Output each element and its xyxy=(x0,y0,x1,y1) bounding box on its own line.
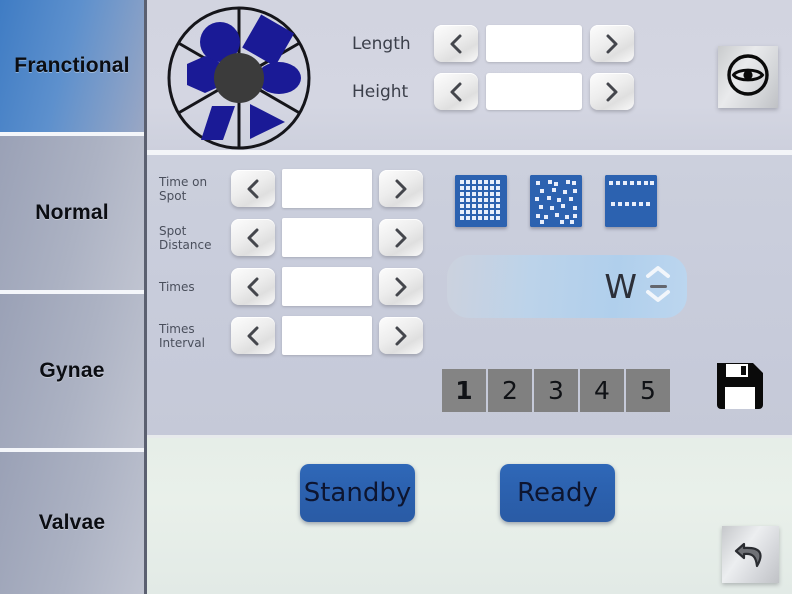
mode-sidebar: Franctional Normal Gynae Valvae xyxy=(0,0,147,594)
time-on-spot-row: Time on Spot xyxy=(159,169,423,208)
sidebar-item-gynae[interactable]: Gynae xyxy=(0,294,144,452)
label-line-1: Times xyxy=(159,321,195,336)
sidebar-item-label: Valvae xyxy=(38,511,106,534)
power-stepper xyxy=(645,265,671,308)
label-line-2: Spot xyxy=(159,188,187,203)
sidebar-item-label: Normal xyxy=(35,201,109,224)
dash-icon xyxy=(649,285,667,288)
time-on-spot-label: Time on Spot xyxy=(159,175,231,203)
label-line-2: Interval xyxy=(159,335,205,350)
label-line-2: Distance xyxy=(159,237,212,252)
eye-icon xyxy=(725,52,771,103)
times-interval-increment-button[interactable] xyxy=(379,317,423,354)
times-row: Times xyxy=(159,267,423,306)
standby-button[interactable]: Standby xyxy=(300,464,415,522)
length-decrement-button[interactable] xyxy=(434,25,478,62)
spot-distance-increment-button[interactable] xyxy=(379,219,423,256)
preview-button[interactable] xyxy=(718,46,778,108)
length-label: Length xyxy=(352,33,411,54)
preset-button-1[interactable]: 1 xyxy=(442,369,486,412)
length-field-row: Length xyxy=(352,25,634,62)
spot-distance-decrement-button[interactable] xyxy=(231,219,275,256)
power-unit-label: W xyxy=(604,267,637,306)
height-input[interactable] xyxy=(486,73,582,110)
length-increment-button[interactable] xyxy=(590,25,634,62)
save-button[interactable] xyxy=(712,360,768,416)
preset-button-4[interactable]: 4 xyxy=(580,369,624,412)
preset-button-5[interactable]: 5 xyxy=(626,369,670,412)
times-interval-input[interactable] xyxy=(282,316,372,355)
height-field-row: Height xyxy=(352,73,634,110)
sidebar-item-valvae[interactable]: Valvae xyxy=(0,452,144,594)
preset-button-3[interactable]: 3 xyxy=(534,369,578,412)
time-on-spot-input[interactable] xyxy=(282,169,372,208)
height-decrement-button[interactable] xyxy=(434,73,478,110)
preset-selector: 1 2 3 4 5 xyxy=(442,369,670,412)
power-display[interactable]: W xyxy=(447,255,687,318)
spot-distance-row: Spot Distance xyxy=(159,218,423,257)
device-control-screen: Franctional Normal Gynae Valvae Length H… xyxy=(0,0,792,594)
height-label: Height xyxy=(352,81,409,102)
spot-distance-label: Spot Distance xyxy=(159,224,231,252)
chevron-down-icon[interactable] xyxy=(645,289,671,308)
dense-grid-pattern-icon[interactable] xyxy=(455,175,507,227)
times-label: Times xyxy=(159,280,231,294)
times-increment-button[interactable] xyxy=(379,268,423,305)
pattern-selector xyxy=(455,175,657,227)
shape-and-size-panel: Length Height xyxy=(147,0,792,155)
sidebar-item-franctional[interactable]: Franctional xyxy=(0,0,144,136)
time-on-spot-increment-button[interactable] xyxy=(379,170,423,207)
label-line-1: Time on xyxy=(159,174,208,189)
times-interval-decrement-button[interactable] xyxy=(231,317,275,354)
preset-button-2[interactable]: 2 xyxy=(488,369,532,412)
sidebar-item-normal[interactable]: Normal xyxy=(0,136,144,294)
sidebar-item-label: Franctional xyxy=(14,54,130,77)
times-interval-label: Times Interval xyxy=(159,322,231,350)
size-controls: Length Height xyxy=(352,25,634,110)
scattered-dots-pattern-icon[interactable] xyxy=(530,175,582,227)
ready-button[interactable]: Ready xyxy=(500,464,615,522)
time-on-spot-decrement-button[interactable] xyxy=(231,170,275,207)
chevron-up-icon[interactable] xyxy=(645,265,671,284)
times-decrement-button[interactable] xyxy=(231,268,275,305)
times-interval-row: Times Interval xyxy=(159,316,423,355)
back-arrow-icon xyxy=(731,532,771,577)
label-line-1: Spot xyxy=(159,223,187,238)
shape-wheel-icon[interactable] xyxy=(165,4,313,152)
floppy-disk-save-icon xyxy=(714,360,766,417)
length-input[interactable] xyxy=(486,25,582,62)
back-button[interactable] xyxy=(722,526,779,583)
spot-distance-input[interactable] xyxy=(282,218,372,257)
height-increment-button[interactable] xyxy=(590,73,634,110)
label-line-1: Times xyxy=(159,279,195,294)
action-panel: Standby Ready xyxy=(147,438,792,594)
times-input[interactable] xyxy=(282,267,372,306)
sidebar-item-label: Gynae xyxy=(39,359,105,382)
parameter-controls: Time on Spot Spot Distance Times Times I… xyxy=(159,169,423,355)
treatment-parameters-panel: Time on Spot Spot Distance Times Times I… xyxy=(147,155,792,438)
main-content: Length Height Time on Spot Spot Distance… xyxy=(147,0,792,594)
two-row-dots-pattern-icon[interactable] xyxy=(605,175,657,227)
